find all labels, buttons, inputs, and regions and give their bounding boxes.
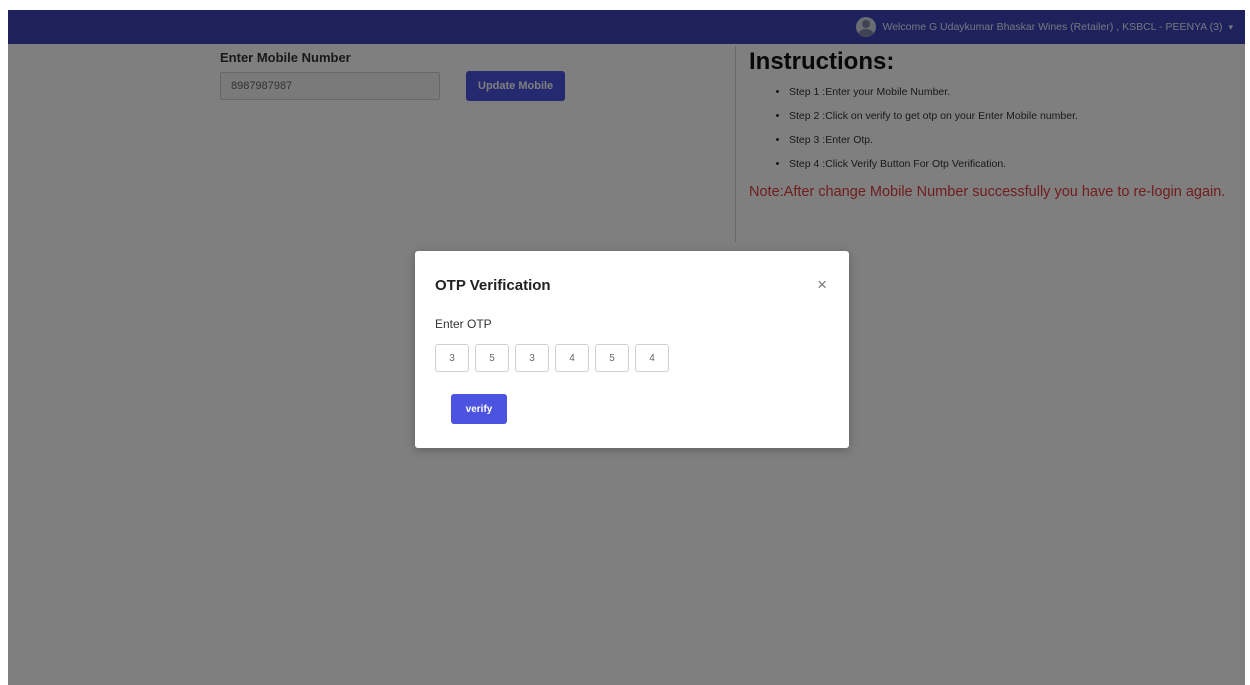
modal-title: OTP Verification (435, 277, 551, 294)
verify-button[interactable]: verify (451, 394, 507, 424)
otp-label: Enter OTP (435, 317, 492, 331)
otp-input-group (435, 344, 669, 372)
close-icon[interactable]: × (817, 275, 827, 295)
otp-digit-input[interactable] (435, 344, 469, 372)
otp-digit-input[interactable] (595, 344, 629, 372)
otp-digit-input[interactable] (635, 344, 669, 372)
otp-digit-input[interactable] (515, 344, 549, 372)
app-frame: Welcome G Udaykumar Bhaskar Wines (Retai… (8, 10, 1245, 685)
otp-verification-modal: OTP Verification × Enter OTP verify (415, 251, 849, 448)
otp-digit-input[interactable] (475, 344, 509, 372)
otp-digit-input[interactable] (555, 344, 589, 372)
